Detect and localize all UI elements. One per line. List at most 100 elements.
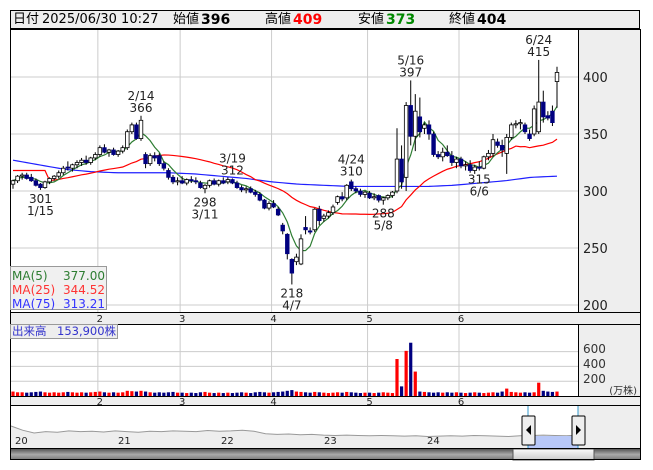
candlestick	[61, 165, 66, 176]
volume-bar	[153, 392, 157, 396]
volume-bar	[102, 392, 107, 396]
volume-bar	[61, 392, 65, 396]
candle-body	[143, 154, 148, 165]
candle-body	[294, 256, 299, 263]
candle-body	[385, 195, 391, 199]
candlestick	[312, 208, 317, 233]
year-label: 21	[118, 436, 131, 447]
candle-body	[422, 124, 427, 129]
candlestick	[554, 66, 560, 108]
volume-bar	[47, 392, 52, 396]
candle-body	[225, 179, 231, 183]
volume-bar	[367, 392, 372, 396]
candle-body	[125, 131, 130, 149]
volume-bar	[331, 392, 335, 396]
candle-body	[38, 183, 43, 188]
volume-bar	[459, 392, 463, 396]
volume-bar	[198, 392, 203, 396]
volume-bar	[203, 391, 207, 396]
candlestick	[143, 152, 148, 169]
candle-body	[413, 110, 418, 137]
volume-bar	[70, 392, 75, 396]
candlestick	[211, 178, 217, 186]
navigator[interactable]: 202122232425	[10, 425, 579, 448]
candle-body	[248, 188, 253, 193]
candlestick	[527, 129, 532, 141]
navigator-right-handle[interactable]	[571, 415, 586, 446]
candle-body	[257, 194, 263, 201]
volume-bar	[555, 391, 559, 396]
volume-bar	[207, 392, 212, 396]
candle-body	[390, 191, 395, 196]
month-label: 2	[97, 397, 103, 408]
candle-body	[179, 180, 185, 184]
candlestick	[19, 172, 25, 180]
volume-bar	[249, 393, 253, 396]
volume-bar	[349, 392, 353, 396]
candlestick	[243, 186, 249, 194]
candle-body	[198, 182, 203, 188]
candle-body	[275, 208, 281, 216]
candlestick	[29, 173, 34, 182]
volume-bar	[134, 391, 139, 396]
candle-body	[83, 159, 89, 163]
candle-body	[298, 238, 304, 265]
candlestick	[234, 180, 240, 189]
candle-body	[312, 208, 317, 231]
volume-bar	[322, 392, 326, 396]
volume-bar	[139, 390, 143, 396]
volume-bar	[171, 391, 175, 396]
candle-body	[93, 154, 98, 159]
candle-body	[518, 122, 523, 125]
volume-bar	[354, 392, 358, 396]
candlestick	[15, 175, 20, 184]
annotation-date: 3/11	[192, 207, 219, 221]
navigator-left-handle[interactable]	[521, 415, 536, 446]
volume-bar	[390, 393, 395, 396]
price-tick-label: 400	[583, 71, 608, 86]
volume-bar	[276, 391, 280, 396]
candle-body	[463, 164, 468, 167]
month-label: 3	[179, 314, 185, 325]
candlestick	[495, 138, 500, 148]
month-label: 3	[179, 397, 185, 408]
candle-body	[353, 188, 359, 192]
candle-body	[317, 208, 322, 222]
candle-body	[399, 158, 404, 183]
volume-bar	[477, 392, 481, 396]
candlestick	[129, 122, 135, 134]
volume-tick: 400	[583, 357, 606, 371]
volume-bar	[345, 391, 349, 396]
annotation-price: 312	[221, 163, 244, 177]
candle-body	[202, 184, 208, 190]
candle-body	[495, 141, 500, 146]
volume-bar	[399, 386, 404, 396]
candlestick	[111, 147, 116, 156]
candle-body	[499, 144, 505, 151]
candle-body	[303, 227, 308, 231]
candle-body	[486, 152, 491, 158]
candle-body	[138, 119, 144, 139]
candle-body	[271, 203, 276, 208]
candle-body	[550, 110, 555, 123]
candle-body	[120, 147, 125, 152]
candlestick	[445, 145, 450, 157]
volume-bar	[75, 392, 79, 396]
volume-bar	[340, 392, 344, 396]
volume-bar	[541, 390, 545, 396]
candle-body	[211, 180, 217, 185]
scrollbar-thumb[interactable]	[512, 448, 595, 461]
volume-bar	[166, 392, 171, 396]
candle-body	[431, 133, 436, 155]
candle-body	[449, 155, 455, 163]
chart-canvas[interactable]: 3011/152/143662983/113/193122184/74/2431…	[0, 0, 653, 470]
navigator-area	[11, 426, 578, 448]
ma5-label: MA(5)	[12, 269, 48, 283]
candle-body	[394, 158, 400, 192]
volume-bar	[441, 392, 445, 396]
candle-body	[184, 179, 189, 184]
volume-bar	[386, 392, 390, 396]
price-tick-label: 200	[583, 299, 608, 314]
candlestick	[280, 222, 285, 235]
candlestick	[225, 177, 231, 185]
